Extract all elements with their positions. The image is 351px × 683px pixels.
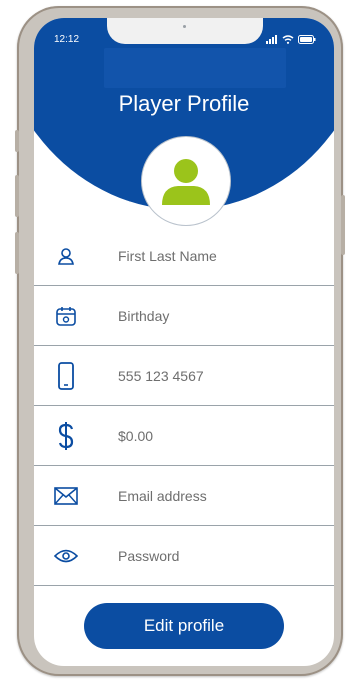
wifi-icon [282,34,294,44]
profile-field-list: First Last Name Birthday 555 123 4567 $0… [34,226,334,586]
signal-icon [266,34,277,44]
side-button [15,130,19,152]
side-button [15,175,19,217]
user-icon [58,247,74,265]
page-title: Player Profile [118,91,250,116]
password-field[interactable]: Password [34,526,334,586]
field-label: First Last Name [118,247,217,264]
field-label: 555 123 4567 [118,367,204,384]
field-label: $0.00 [118,427,154,444]
phone-icon [58,361,74,390]
blank-placeholder [104,48,286,88]
notch [107,18,263,44]
app-screen: 12:12 Player Profile First Last Name Bir… [34,18,334,666]
balance-field[interactable]: $0.00 [34,406,334,466]
phone-field[interactable]: 555 123 4567 [34,346,334,406]
field-label: Email address [118,487,207,504]
avatar[interactable] [141,136,231,226]
battery-icon [298,34,316,44]
edit-profile-button[interactable]: Edit profile [84,603,284,649]
side-button [15,232,19,274]
status-time: 12:12 [54,34,80,45]
camera-dot [183,25,186,28]
birthday-field[interactable]: Birthday [34,286,334,346]
calendar-icon [56,306,76,326]
field-label: Password [118,547,180,564]
eye-icon [54,549,78,562]
name-field[interactable]: First Last Name [34,226,334,286]
email-field[interactable]: Email address [34,466,334,526]
status-icons [266,34,316,44]
side-button [341,195,345,255]
envelope-icon [54,486,78,505]
field-label: Birthday [118,307,170,324]
person-icon [162,159,210,205]
dollar-icon [58,421,74,450]
